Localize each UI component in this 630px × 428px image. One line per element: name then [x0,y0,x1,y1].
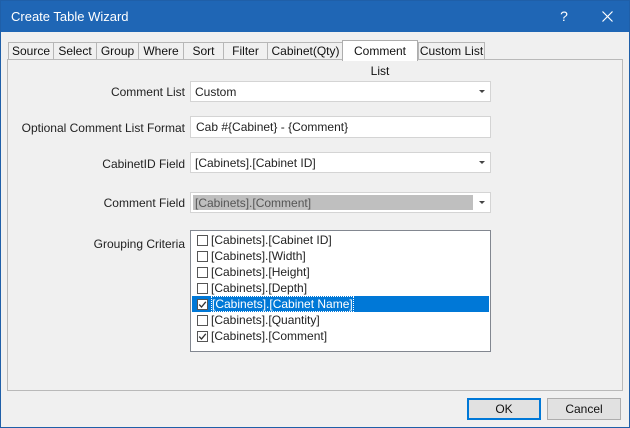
grouping-criteria-list[interactable]: [Cabinets].[Cabinet ID] [Cabinets].[Widt… [190,230,491,352]
tab-comment-list[interactable]: Comment List [342,40,418,78]
chevron-down-icon [479,201,485,204]
label-column: Comment List Optional Comment List Forma… [8,60,185,390]
list-item[interactable]: [Cabinets].[Comment] [192,328,489,344]
list-item-label: [Cabinets].[Height] [211,265,310,279]
list-item-selected[interactable]: [Cabinets].[Cabinet Name] [192,296,489,312]
list-item-label: [Cabinets].[Depth] [211,281,308,295]
cabinet-id-field-value: [Cabinets].[Cabinet ID] [195,156,316,170]
list-item-label: [Cabinets].[Comment] [211,329,328,343]
tab-cabinet-qty[interactable]: Cabinet(Qty) [267,42,344,60]
list-item[interactable]: [Cabinets].[Depth] [192,280,489,296]
checkbox-checked[interactable] [197,299,208,310]
close-button[interactable] [591,1,625,32]
ok-button[interactable]: OK [467,398,541,420]
comment-field-label: Comment Field [103,196,185,210]
tab-group[interactable]: Group [96,42,139,60]
help-button[interactable]: ? [549,1,579,32]
comment-field-dropdown[interactable]: [Cabinets].[Comment] [190,192,491,213]
check-icon [198,333,207,340]
grouping-criteria-label: Grouping Criteria [93,237,185,251]
list-item-label: [Cabinets].[Width] [211,249,306,263]
list-item[interactable]: [Cabinets].[Quantity] [192,312,489,328]
comment-format-field[interactable] [191,117,490,137]
format-label: Optional Comment List Format [21,121,185,135]
list-item-label: [Cabinets].[Cabinet ID] [211,233,332,247]
title-bar: Create Table Wizard ? [1,1,629,32]
window-title: Create Table Wizard [11,9,129,24]
checkbox[interactable] [197,315,208,326]
tab-sort[interactable]: Sort [183,42,224,60]
checkbox[interactable] [197,267,208,278]
list-item[interactable]: [Cabinets].[Cabinet ID] [192,232,489,248]
chevron-down-icon [479,90,485,93]
check-icon [198,301,207,308]
tab-source[interactable]: Source [8,42,54,60]
tab-custom-list[interactable]: Custom List [418,42,485,60]
checkbox[interactable] [197,235,208,246]
list-item[interactable]: [Cabinets].[Height] [192,264,489,280]
comment-list-dropdown[interactable]: Custom [190,81,491,102]
tab-where[interactable]: Where [138,42,184,60]
cabinet-id-field-dropdown[interactable]: [Cabinets].[Cabinet ID] [190,152,491,173]
comment-list-label: Comment List [110,85,185,99]
cancel-button[interactable]: Cancel [547,398,621,420]
checkbox[interactable] [197,283,208,294]
checkbox[interactable] [197,251,208,262]
comment-format-input[interactable] [190,116,491,138]
close-icon [602,11,613,22]
chevron-down-icon [479,161,485,164]
list-item[interactable]: [Cabinets].[Width] [192,248,489,264]
tab-select[interactable]: Select [53,42,97,60]
comment-list-value: Custom [195,85,237,99]
comment-field-value: [Cabinets].[Comment] [195,196,312,210]
cabinet-id-field-label: CabinetID Field [102,157,185,171]
comment-list-panel: Comment List Optional Comment List Forma… [7,59,623,391]
tab-filter[interactable]: Filter [223,42,268,60]
list-item-label: [Cabinets].[Cabinet Name] [211,296,354,312]
list-item-label: [Cabinets].[Quantity] [211,313,320,327]
checkbox-checked[interactable] [197,331,208,342]
